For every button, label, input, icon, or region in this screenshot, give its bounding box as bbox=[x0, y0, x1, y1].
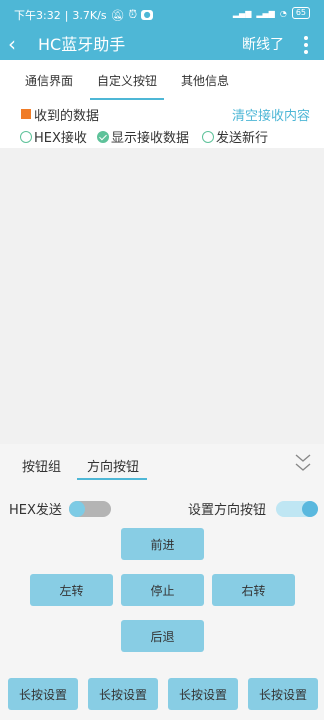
status-net-speed: 3.7K/s bbox=[72, 8, 107, 22]
turn-left-button[interactable]: 左转 bbox=[30, 574, 113, 606]
alarm-icon: ⏰︎ bbox=[128, 8, 138, 21]
mute-icon: 🔕︎ bbox=[110, 8, 125, 22]
bottom-panel: 按钮组 方向按钮 HEX发送 设置方向按钮 前进 左转 停止 右转 后退 长按设… bbox=[0, 444, 324, 720]
toggle-row: HEX发送 设置方向按钮 bbox=[0, 496, 324, 520]
set-direction-label: 设置方向按钮 bbox=[188, 503, 267, 518]
long-press-setting-button-4[interactable]: 长按设置 bbox=[248, 678, 318, 710]
set-direction-switch[interactable] bbox=[276, 501, 318, 517]
hex-send-switch[interactable] bbox=[69, 501, 111, 517]
hex-send-label: HEX发送 bbox=[9, 503, 62, 518]
more-vert-icon[interactable] bbox=[298, 32, 314, 58]
battery-icon: 65 bbox=[291, 7, 310, 19]
status-time: 下午3:32 bbox=[14, 9, 61, 22]
send-newline-label: 发送新行 bbox=[216, 131, 269, 146]
tab-custom-buttons[interactable]: 自定义按钮 bbox=[90, 72, 165, 100]
wechat-icon: ● bbox=[141, 10, 154, 20]
signal-icon-2: ▂▄▆ bbox=[256, 8, 275, 18]
back-arrow-icon[interactable]: ‹ bbox=[8, 32, 16, 56]
hex-receive-label: HEX接收 bbox=[34, 131, 87, 146]
long-press-setting-button-1[interactable]: 长按设置 bbox=[8, 678, 78, 710]
show-receive-label: 显示接收数据 bbox=[111, 131, 190, 146]
send-newline-option[interactable]: 发送新行 bbox=[202, 127, 268, 146]
status-separator: | bbox=[64, 8, 69, 22]
top-tabs: 通信界面 自定义按钮 其他信息 bbox=[0, 62, 324, 100]
receive-area[interactable] bbox=[0, 148, 324, 444]
tab-direction-buttons[interactable]: 方向按钮 bbox=[87, 456, 139, 475]
orange-square-icon bbox=[21, 109, 31, 119]
tab-other-info[interactable]: 其他信息 bbox=[181, 72, 229, 89]
wifi-icon: ◔ bbox=[279, 8, 287, 18]
app-title: HC蓝牙助手 bbox=[38, 35, 126, 54]
clear-receive-button[interactable]: 清空接收内容 bbox=[232, 105, 310, 124]
status-left: 下午3:32 | 3.7K/s 🔕︎ ⏰︎ ● bbox=[14, 7, 154, 23]
long-press-setting-button-2[interactable]: 长按设置 bbox=[88, 678, 158, 710]
stop-button[interactable]: 停止 bbox=[121, 574, 204, 606]
receive-options: HEX接收 显示接收数据 发送新行 bbox=[0, 126, 324, 146]
active-tab-underline bbox=[77, 478, 147, 480]
status-bar: 下午3:32 | 3.7K/s 🔕︎ ⏰︎ ● ▂▄▆ ▂▄▆ ◔ 65 bbox=[0, 0, 324, 30]
tab-button-group[interactable]: 按钮组 bbox=[22, 456, 61, 475]
receive-title: 收到的数据 bbox=[34, 109, 100, 124]
hex-receive-option[interactable]: HEX接收 bbox=[20, 127, 87, 146]
back-button[interactable]: 后退 bbox=[121, 620, 204, 652]
status-right: ▂▄▆ ▂▄▆ ◔ 65 bbox=[233, 7, 310, 19]
show-receive-option[interactable]: 显示接收数据 bbox=[97, 127, 189, 146]
turn-right-button[interactable]: 右转 bbox=[212, 574, 295, 606]
radio-unchecked-icon bbox=[20, 130, 32, 143]
collapse-chevron-icon[interactable] bbox=[294, 452, 312, 474]
receive-header: 收到的数据 清空接收内容 bbox=[0, 103, 324, 125]
tab-communication[interactable]: 通信界面 bbox=[25, 72, 73, 89]
app-bar: ‹ HC蓝牙助手 断线了 bbox=[0, 30, 324, 60]
radio-unchecked-icon bbox=[202, 130, 214, 143]
long-press-setting-button-3[interactable]: 长按设置 bbox=[168, 678, 238, 710]
disconnect-button[interactable]: 断线了 bbox=[242, 34, 284, 56]
forward-button[interactable]: 前进 bbox=[121, 528, 204, 560]
signal-icon: ▂▄▆ bbox=[232, 8, 252, 18]
radio-checked-icon bbox=[97, 130, 109, 143]
